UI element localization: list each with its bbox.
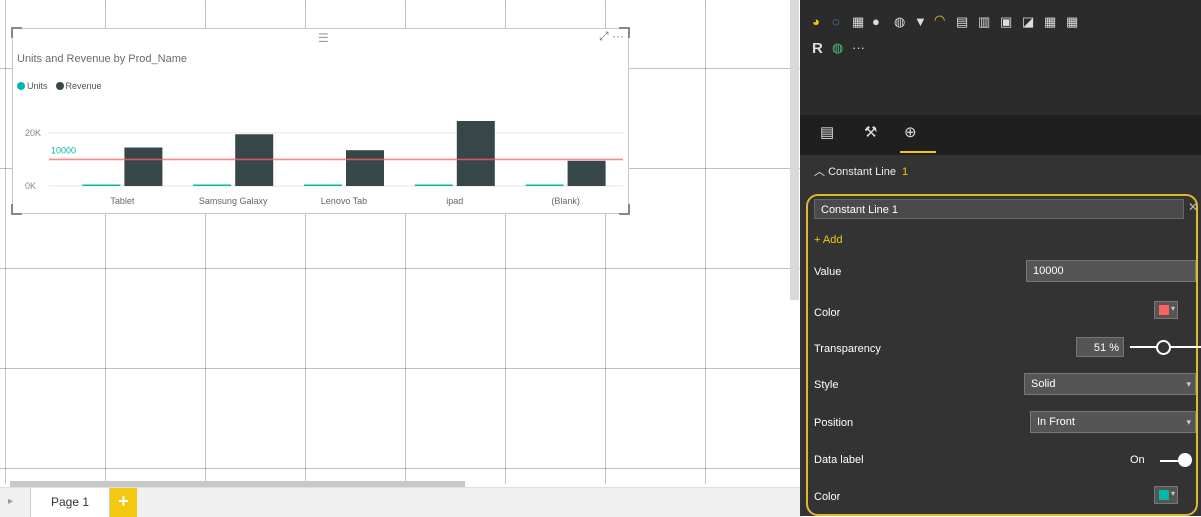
x-tick-label: (Blank)	[551, 196, 580, 206]
y-tick-label: 0K	[25, 181, 36, 191]
table-icon[interactable]: ▦	[1044, 14, 1056, 30]
r-visual-icon[interactable]: R	[812, 40, 823, 57]
constant-line-card	[806, 194, 1198, 516]
position-dropdown[interactable]: In Front ▾	[1030, 411, 1196, 433]
value-label: Value	[814, 266, 842, 278]
bar-revenue	[456, 120, 495, 186]
value-input[interactable]: 10000	[1026, 260, 1196, 282]
chevron-down-icon: ▾	[1186, 379, 1191, 389]
chevron-up-icon: ︿	[814, 166, 825, 178]
label-color-picker[interactable]: ▾	[1154, 486, 1178, 504]
bar-units	[304, 184, 342, 186]
funnel-icon[interactable]: ▼	[914, 14, 927, 29]
x-tick-label: Lenovo Tab	[321, 196, 367, 206]
color-label: Color	[814, 307, 841, 319]
style-dropdown[interactable]: Solid ▾	[1024, 373, 1196, 395]
position-label: Position	[814, 417, 854, 429]
bar-units	[193, 184, 232, 186]
constant-line-section-header[interactable]: ︿ Constant Line 1	[814, 163, 908, 179]
visualizations-pane: ◕ ◌ ▦ ● ◍ ▼ ◠ ▤ ▥ ▣ ◪ ▦ ▦ R ◍ ··· ▤ ⚒ ⊕ …	[800, 0, 1201, 516]
report-canvas[interactable]: ☰ ⤢ ··· Units and Revenue by Prod_Name U…	[0, 0, 803, 487]
treemap-icon[interactable]: ▦	[852, 14, 864, 30]
bar-revenue	[124, 147, 163, 186]
line-color-swatch	[1159, 305, 1169, 315]
fields-tab-icon[interactable]: ▤	[820, 123, 834, 141]
transparency-input[interactable]: 51 %	[1076, 337, 1124, 357]
bar-chart: 0K 20K Tablet Samsung Galaxy Lenovo Tab ipad (…	[25, 120, 623, 206]
active-tab-indicator	[900, 151, 936, 153]
format-paint-roller-icon[interactable]: ⚒	[864, 123, 877, 141]
data-label-state: On	[1130, 454, 1145, 466]
close-icon[interactable]: ✕	[1188, 200, 1198, 214]
grid-guide	[0, 368, 803, 369]
transparency-slider-thumb[interactable]	[1156, 340, 1171, 355]
label-color-label: Color	[814, 491, 841, 503]
more-visuals-icon[interactable]: ···	[852, 40, 865, 55]
multirow-card-icon[interactable]: ▥	[978, 14, 990, 30]
page-tabs-bar: ▸ Page 1 +	[0, 487, 803, 517]
gauge-icon[interactable]: ◠	[934, 12, 945, 28]
pie-chart-icon[interactable]: ◕	[812, 14, 820, 29]
constant-line-count: 1	[901, 166, 909, 178]
grid-guide	[0, 268, 803, 269]
chevron-down-icon: ▾	[1170, 489, 1175, 498]
chevron-down-icon: ▾	[1186, 417, 1191, 427]
chart-visual[interactable]: ☰ ⤢ ··· Units and Revenue by Prod_Name U…	[11, 27, 630, 215]
add-constant-line-button[interactable]: + Add	[814, 234, 842, 246]
grid-guide	[705, 0, 706, 484]
x-tick-label: ipad	[446, 196, 463, 206]
add-page-button[interactable]: +	[110, 488, 137, 517]
line-color-picker[interactable]: ▾	[1154, 301, 1178, 319]
map-icon[interactable]: ●	[872, 14, 880, 29]
constant-line-label: 10000	[51, 145, 76, 155]
grid-guide	[0, 468, 803, 469]
x-tick-label: Tablet	[110, 196, 135, 206]
vertical-scrollbar[interactable]	[790, 0, 799, 300]
transparency-label: Transparency	[814, 343, 881, 355]
card-icon[interactable]: ▤	[956, 14, 968, 30]
data-label-toggle[interactable]	[1178, 453, 1192, 467]
bar-revenue	[346, 150, 384, 186]
tab-nav-arrow-icon[interactable]: ▸	[8, 496, 13, 507]
visual-types-gallery: ◕ ◌ ▦ ● ◍ ▼ ◠ ▤ ▥ ▣ ◪ ▦ ▦ R ◍ ···	[800, 0, 1201, 115]
bar-revenue	[567, 160, 606, 186]
donut-chart-icon[interactable]: ◌	[832, 14, 840, 29]
filled-map-icon[interactable]: ◍	[894, 14, 905, 30]
pane-tabs: ▤ ⚒ ⊕	[800, 115, 1201, 155]
plus-icon: +	[814, 234, 821, 246]
data-label-label: Data label	[814, 454, 864, 466]
constant-line-name-field[interactable]: Constant Line 1	[814, 199, 1184, 219]
slicer-icon[interactable]: ◪	[1022, 14, 1034, 30]
chevron-down-icon: ▾	[1170, 304, 1175, 313]
arcgis-globe-icon[interactable]: ◍	[832, 40, 843, 56]
bar-units	[82, 184, 121, 186]
bar-units	[525, 184, 564, 186]
style-label: Style	[814, 379, 839, 391]
bar-units	[414, 184, 453, 186]
analytics-magnifier-icon[interactable]: ⊕	[904, 123, 917, 141]
matrix-icon[interactable]: ▦	[1066, 14, 1078, 30]
page-tab-1[interactable]: Page 1	[30, 488, 110, 517]
kpi-icon[interactable]: ▣	[1000, 14, 1012, 30]
x-tick-label: Samsung Galaxy	[199, 196, 268, 206]
label-color-swatch	[1159, 490, 1169, 500]
y-tick-label: 20K	[25, 128, 41, 138]
